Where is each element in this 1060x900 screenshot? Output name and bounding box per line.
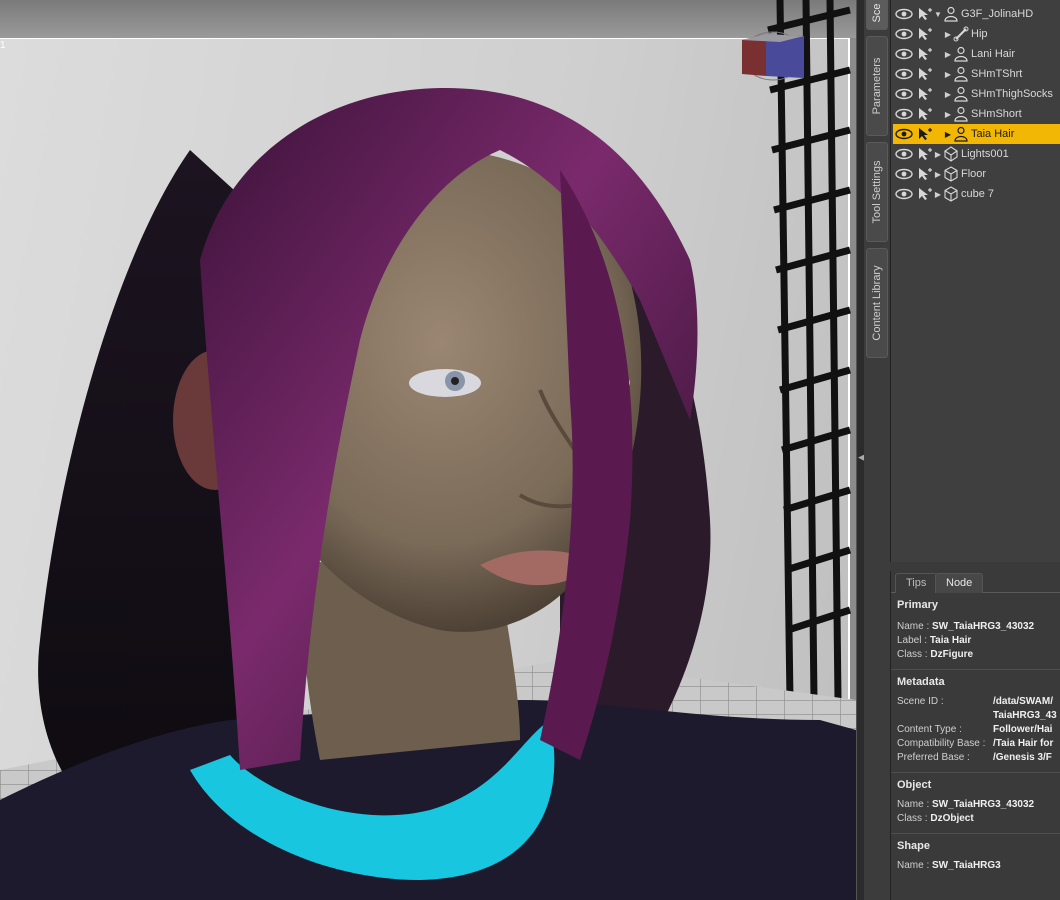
scene-item-label: SHmThighSocks [971, 88, 1053, 100]
divider [891, 669, 1060, 670]
scene-item-label: G3F_JolinaHD [961, 8, 1034, 20]
scene-outline: ▼ G3F_JolinaHD ▶ Hip ▶ Lani Hair ▶ SHmTShrt ▶ SHm… [890, 0, 1060, 562]
selectable-arrow-icon[interactable] [917, 187, 933, 201]
expand-right-arrow-icon[interactable]: ▶ [933, 170, 943, 179]
section-object-title: Object [897, 779, 932, 791]
selectable-arrow-icon[interactable] [917, 27, 933, 41]
primary-name: Name : SW_TaiaHRG3_43032 [897, 621, 1035, 632]
info-tab-bar: Tips Node [891, 571, 1060, 593]
object-class: Class : DzObject [897, 813, 974, 824]
scene-item[interactable]: ▶ Lani Hair [893, 44, 1060, 64]
selectable-arrow-icon[interactable] [917, 127, 933, 141]
metadata-preferred-base: Preferred Base :/Genesis 3/F [897, 752, 1052, 763]
cube-icon [943, 186, 959, 202]
visibility-eye-icon[interactable] [895, 48, 913, 60]
scene-item-label: cube 7 [961, 188, 995, 200]
figure-icon [953, 86, 969, 102]
divider [891, 772, 1060, 773]
visibility-eye-icon[interactable] [895, 188, 913, 200]
visibility-eye-icon[interactable] [895, 28, 913, 40]
section-shape-title: Shape [897, 840, 931, 852]
selectable-arrow-icon[interactable] [917, 67, 933, 81]
expand-right-arrow-icon[interactable]: ▶ [943, 70, 953, 79]
figure-icon [953, 126, 969, 142]
selectable-arrow-icon[interactable] [917, 167, 933, 181]
render-scene [0, 0, 856, 900]
info-panel: Tips Node Primary Name : SW_TaiaHRG3_430… [890, 571, 1060, 900]
metadata-scene-id: Scene ID :/data/SWAM/ [897, 696, 1054, 707]
tab-parameters[interactable]: Parameters [866, 36, 888, 136]
scene-item-label: SHmTShrt [971, 68, 1023, 80]
scene-item[interactable]: ▶ Floor [893, 164, 1060, 184]
scene-item[interactable]: ▶ Taia Hair [893, 124, 1060, 144]
visibility-eye-icon[interactable] [895, 8, 913, 20]
scene-item-label: Floor [961, 168, 987, 180]
visibility-eye-icon[interactable] [895, 128, 913, 140]
figure-icon [953, 46, 969, 62]
side-tab-strip: Sce Parameters Tool Settings Content Lib… [864, 0, 890, 900]
section-primary-title: Primary [897, 599, 938, 611]
expand-right-arrow-icon[interactable]: ▶ [943, 130, 953, 139]
divider [891, 833, 1060, 834]
section-metadata-title: Metadata [897, 676, 945, 688]
scene-item[interactable]: ▶ Hip [893, 24, 1060, 44]
tab-content-library[interactable]: Content Library [866, 248, 888, 358]
tab-scene[interactable]: Sce [866, 0, 888, 30]
tab-node[interactable]: Node [935, 573, 984, 593]
metadata-content-type: Content Type : Follower/Hai [897, 724, 1053, 735]
selectable-arrow-icon[interactable] [917, 147, 933, 161]
selectable-arrow-icon[interactable] [917, 47, 933, 61]
shape-name: Name : SW_TaiaHRG3 [897, 860, 1001, 871]
group-icon [943, 146, 959, 162]
figure-icon [953, 66, 969, 82]
selectable-arrow-icon[interactable] [917, 87, 933, 101]
view-cube-icon[interactable] [740, 30, 806, 82]
visibility-eye-icon[interactable] [895, 88, 913, 100]
metadata-scene-id-cont: TaiaHRG3_43 [993, 710, 1057, 721]
scene-item[interactable]: ▶ SHmTShrt [893, 64, 1060, 84]
visibility-eye-icon[interactable] [895, 168, 913, 180]
cube-icon [943, 166, 959, 182]
bone-icon [953, 26, 969, 42]
scene-item[interactable]: ▶ SHmShort [893, 104, 1060, 124]
3d-viewport[interactable]: 1 [0, 0, 856, 900]
expand-right-arrow-icon[interactable]: ▶ [943, 30, 953, 39]
selectable-arrow-icon[interactable] [917, 7, 933, 21]
scene-item-label: SHmShort [971, 108, 1022, 120]
node-info: Primary Name : SW_TaiaHRG3_43032 Label :… [891, 599, 1060, 874]
scene-item-label: Lights001 [961, 148, 1009, 160]
object-name: Name : SW_TaiaHRG3_43032 [897, 799, 1035, 810]
expand-right-arrow-icon[interactable]: ▶ [943, 110, 953, 119]
pane-splitter[interactable]: ◀ [856, 0, 865, 900]
scene-item[interactable]: ▶ cube 7 [893, 184, 1060, 204]
primary-label: Label : Taia Hair [897, 635, 972, 646]
figure-icon [943, 6, 959, 22]
expand-right-arrow-icon[interactable]: ▶ [943, 90, 953, 99]
expand-right-arrow-icon[interactable]: ▶ [933, 150, 943, 159]
expand-right-arrow-icon[interactable]: ▶ [933, 190, 943, 199]
expand-down-arrow-icon[interactable]: ▼ [933, 10, 943, 19]
scene-item-label: Lani Hair [971, 48, 1016, 60]
scene-item[interactable]: ▼ G3F_JolinaHD [893, 4, 1060, 24]
grid-wall [767, 0, 852, 701]
scene-item-label: Hip [971, 28, 988, 40]
tab-tool-settings[interactable]: Tool Settings [866, 142, 888, 242]
scene-item[interactable]: ▶ SHmThighSocks [893, 84, 1060, 104]
primary-class: Class : DzFigure [897, 649, 974, 660]
expand-right-arrow-icon[interactable]: ▶ [943, 50, 953, 59]
scene-item-label: Taia Hair [971, 128, 1015, 140]
visibility-eye-icon[interactable] [895, 148, 913, 160]
selectable-arrow-icon[interactable] [917, 107, 933, 121]
metadata-compat-base: Compatibility Base :/Taia Hair for [897, 738, 1054, 749]
visibility-eye-icon[interactable] [895, 108, 913, 120]
scene-item[interactable]: ▶ Lights001 [893, 144, 1060, 164]
figure-icon [953, 106, 969, 122]
visibility-eye-icon[interactable] [895, 68, 913, 80]
tab-tips[interactable]: Tips [895, 573, 938, 593]
